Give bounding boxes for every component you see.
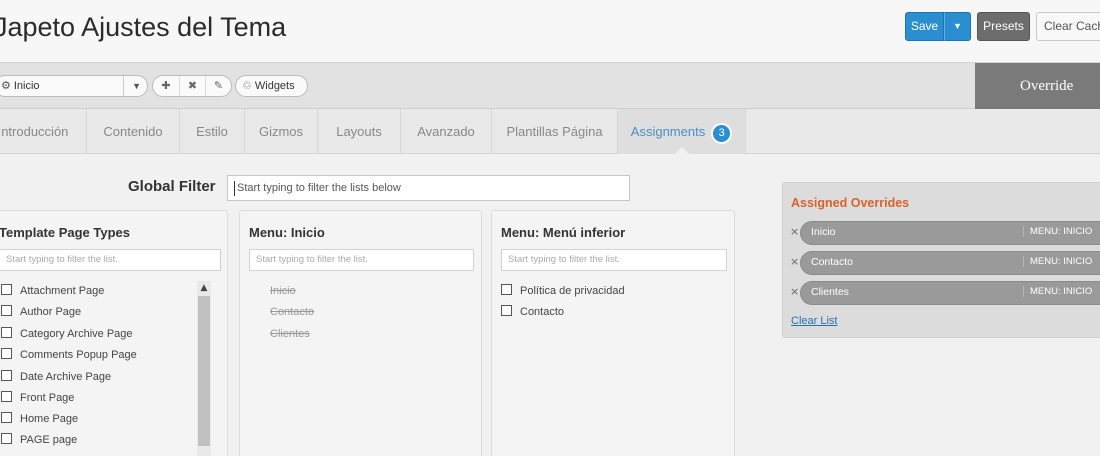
panel-title: Template Page Types: [0, 225, 131, 240]
list-item[interactable]: Date Archive Page: [1, 369, 111, 385]
settings-tabs: Introducción Contenido Estilo Gizmos Lay…: [0, 109, 1100, 256]
text-cursor: [234, 181, 235, 196]
assigned-override-row: × Inicio MENU: INICIO: [783, 221, 1100, 245]
scrollbar-thumb[interactable]: [198, 296, 210, 446]
save-options-dropdown[interactable]: ▼: [944, 12, 971, 41]
checkbox[interactable]: [501, 284, 512, 295]
widgets-button[interactable]: ♲ Widgets: [235, 75, 308, 97]
global-filter-label: Global Filter: [128, 178, 216, 195]
global-filter-placeholder: Start typing to filter the lists below: [237, 182, 401, 194]
checkbox[interactable]: [1, 284, 12, 295]
assigned-overrides-panel: Assigned Overrides × Inicio MENU: INICIO…: [782, 182, 1100, 338]
clear-list-link[interactable]: Clear List: [791, 315, 837, 327]
add-override-button[interactable]: ✚: [153, 76, 179, 96]
list-item[interactable]: Política de privacidad: [501, 283, 625, 299]
list-item: Inicio: [270, 285, 296, 297]
checkbox[interactable]: [1, 348, 12, 359]
widgets-icon: ♲: [242, 80, 252, 92]
tab-estilo[interactable]: Estilo: [180, 109, 245, 154]
checkbox[interactable]: [1, 327, 12, 338]
override-type: MENU: INICIO: [1023, 226, 1092, 237]
override-select[interactable]: ⚙ Inicio ▼: [0, 75, 148, 97]
panel-title: Menu: Menú inferior: [501, 225, 626, 240]
checkbox[interactable]: [1, 391, 12, 402]
tab-layouts[interactable]: Layouts: [318, 109, 401, 154]
tab-plantillas-pagina[interactable]: Plantillas Página: [492, 109, 618, 154]
presets-button[interactable]: Presets: [977, 12, 1030, 41]
list-item[interactable]: Contacto: [501, 304, 564, 320]
checkbox[interactable]: [501, 305, 512, 316]
assigned-override-row: × Clientes MENU: INICIO: [783, 281, 1100, 305]
tab-contenido[interactable]: Contenido: [87, 109, 180, 154]
edit-override-button[interactable]: ✎: [205, 76, 231, 96]
override-name: Contacto: [811, 256, 854, 268]
caret-down-icon: ▼: [953, 21, 962, 31]
page-header: Japeto Ajustes del Tema Save ▼ Presets C…: [0, 0, 1100, 62]
override-select-value: Inicio: [13, 80, 40, 92]
override-tools: ✚ ✖ ✎: [152, 75, 232, 97]
override-pill[interactable]: Inicio MENU: INICIO: [800, 221, 1100, 245]
list-item: Contacto: [270, 306, 315, 318]
list-item[interactable]: Front Page: [1, 390, 74, 406]
menu-inferior-filter-input[interactable]: Start typing to filter the list.: [501, 249, 727, 271]
clear-cache-button[interactable]: Clear Cache: [1036, 12, 1100, 41]
widgets-label: Widgets: [254, 80, 295, 92]
override-name: Inicio: [811, 226, 836, 238]
assigned-overrides-title: Assigned Overrides: [791, 196, 910, 210]
list-item[interactable]: Comments Popup Page: [1, 347, 137, 363]
save-button[interactable]: Save: [905, 12, 944, 41]
gear-icon: ⚙: [1, 80, 11, 92]
tab-introduccion[interactable]: Introducción: [0, 109, 87, 154]
override-pill[interactable]: Contacto MENU: INICIO: [800, 251, 1100, 275]
menu-inferior-panel: Menu: Menú inferior Start typing to filt…: [491, 210, 735, 456]
checkbox[interactable]: [1, 370, 12, 381]
remove-icon[interactable]: ×: [790, 225, 799, 238]
delete-override-button[interactable]: ✖: [179, 76, 205, 96]
active-tab-pointer: [675, 147, 689, 154]
checkbox[interactable]: [1, 433, 12, 444]
global-filter-input[interactable]: Start typing to filter the lists below: [227, 175, 630, 201]
list-item[interactable]: Author Page: [1, 304, 81, 320]
assigned-override-row: × Contacto MENU: INICIO: [783, 251, 1100, 275]
pencil-icon: ✎: [213, 79, 224, 92]
checkbox[interactable]: [1, 412, 12, 423]
template-page-types-panel: Template Page Types Start typing to filt…: [0, 210, 228, 456]
template-types-filter-input[interactable]: Start typing to filter the list.: [0, 249, 221, 271]
scroll-up-icon[interactable]: ▲: [197, 281, 211, 295]
list-item[interactable]: Home Page: [1, 411, 78, 427]
list-scrollbar[interactable]: ▲: [197, 281, 211, 456]
list-item[interactable]: Attachment Page: [1, 283, 104, 299]
menu-inicio-filter-input[interactable]: Start typing to filter the list.: [249, 249, 474, 271]
list-item: Clientes: [270, 328, 310, 340]
override-type: MENU: INICIO: [1023, 256, 1092, 267]
list-item[interactable]: Category Archive Page: [1, 326, 133, 342]
assignments-count-badge: 3: [711, 123, 733, 144]
plus-icon: ✚: [161, 79, 171, 92]
tab-avanzado[interactable]: Avanzado: [401, 109, 492, 154]
remove-icon[interactable]: ×: [790, 285, 799, 298]
chevron-down-icon: ▼: [123, 76, 141, 96]
remove-icon[interactable]: ×: [790, 255, 799, 268]
override-pill[interactable]: Clientes MENU: INICIO: [800, 281, 1100, 305]
override-name: Clientes: [811, 286, 849, 298]
checkbox[interactable]: [1, 305, 12, 316]
override-toolbar: ⚙ Inicio ▼ ✚ ✖ ✎ ♲ Widgets Override: [0, 62, 1100, 109]
list-item[interactable]: PAGE page: [1, 432, 77, 448]
override-type: MENU: INICIO: [1023, 286, 1092, 297]
override-tab[interactable]: Override: [975, 63, 1100, 109]
delete-icon: ✖: [187, 79, 198, 92]
tab-gizmos[interactable]: Gizmos: [245, 109, 318, 154]
page-title: Japeto Ajustes del Tema: [0, 12, 287, 42]
menu-inicio-panel: Menu: Inicio Start typing to filter the …: [239, 210, 482, 456]
panel-title: Menu: Inicio: [249, 225, 325, 240]
